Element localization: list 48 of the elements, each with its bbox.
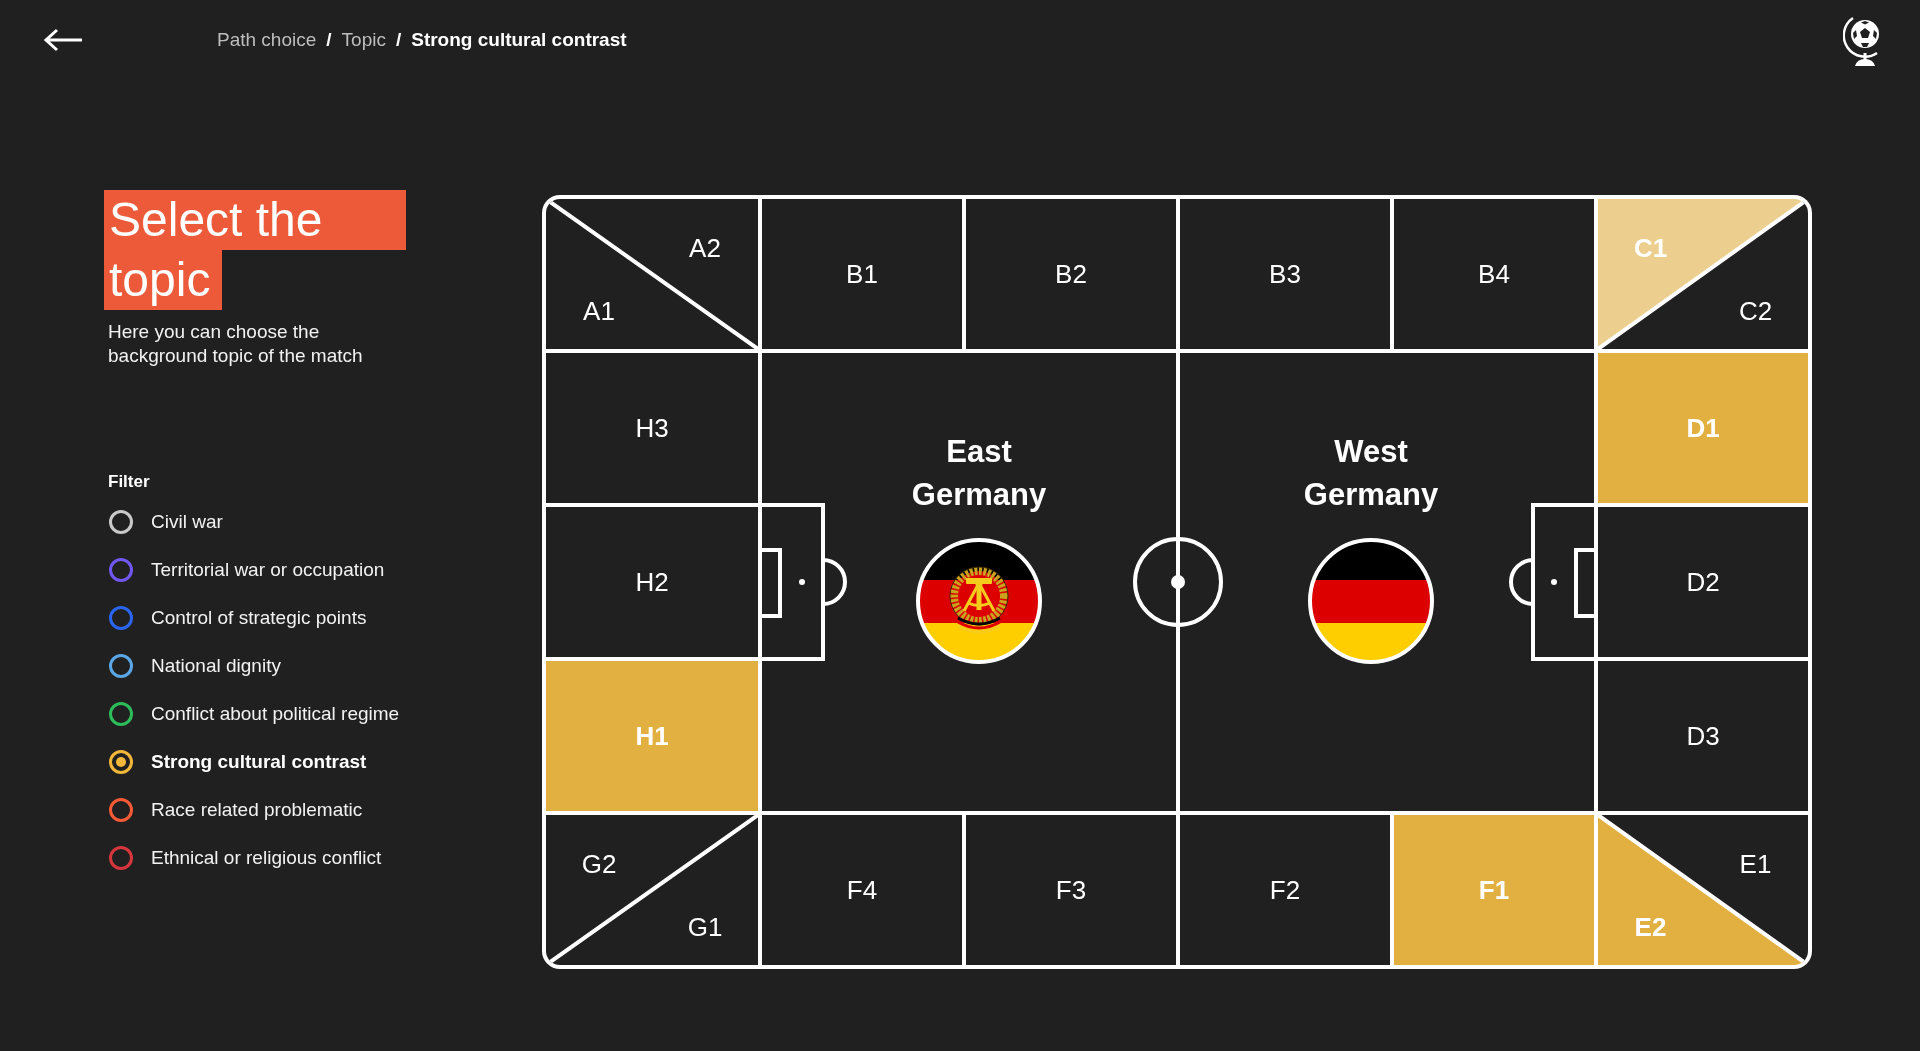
radio-button[interactable] bbox=[109, 654, 133, 678]
zone-label: A1 bbox=[583, 295, 615, 328]
pitch-zone: B3 bbox=[1180, 199, 1390, 349]
breadcrumb-link[interactable]: Path choice bbox=[217, 25, 317, 55]
radio-label[interactable]: Strong cultural contrast bbox=[151, 747, 367, 777]
back-button[interactable] bbox=[43, 28, 83, 52]
pitch-zone: B4 bbox=[1394, 199, 1594, 349]
radio-button[interactable] bbox=[109, 846, 133, 870]
radio-label[interactable]: Control of strategic points bbox=[151, 603, 367, 633]
page-title: Select the topic bbox=[104, 190, 406, 310]
radio-button[interactable] bbox=[109, 606, 133, 630]
pitch-zone: H1 bbox=[546, 661, 758, 811]
zone-label: C2 bbox=[1738, 295, 1773, 328]
radio-label[interactable]: Conflict about political regime bbox=[151, 699, 400, 729]
zone-label: E1 bbox=[1739, 848, 1772, 881]
zone-label: A2 bbox=[689, 232, 721, 265]
breadcrumb-link[interactable]: Topic bbox=[341, 25, 386, 55]
pitch-zone: D1 bbox=[1598, 353, 1808, 503]
breadcrumb-current: Strong cultural contrast bbox=[411, 27, 627, 52]
radio-button[interactable] bbox=[109, 750, 133, 774]
pitch-zone: F1 bbox=[1394, 815, 1594, 965]
radio-button[interactable] bbox=[109, 702, 133, 726]
page-subtitle: Here you can choose the background topic of the match bbox=[108, 320, 364, 368]
radio-button[interactable] bbox=[109, 510, 133, 534]
breadcrumb-separator: / bbox=[326, 27, 332, 52]
pitch-zone: B1 bbox=[762, 199, 962, 349]
zone-label: C1 bbox=[1633, 232, 1668, 265]
pitch-zone: F3 bbox=[966, 815, 1176, 965]
radio-button[interactable] bbox=[109, 558, 133, 582]
radio-label[interactable]: National dignity bbox=[151, 651, 281, 681]
radio-label[interactable]: Race related problematic bbox=[151, 795, 363, 825]
filter-label: Filter bbox=[108, 471, 151, 493]
pitch-zone: B2 bbox=[966, 199, 1176, 349]
pitch-zone: D2 bbox=[1598, 507, 1808, 657]
radio-label[interactable]: Territorial war or occupation bbox=[151, 555, 385, 585]
pitch-zone: F2 bbox=[1180, 815, 1390, 965]
breadcrumb-separator: / bbox=[395, 27, 402, 52]
radio-label[interactable]: Civil war bbox=[151, 507, 223, 537]
zone-label: G2 bbox=[581, 848, 617, 881]
arrow-left-icon bbox=[43, 28, 83, 52]
pitch-zone: H3 bbox=[546, 353, 758, 503]
radio-button[interactable] bbox=[109, 798, 133, 822]
zone-label: G1 bbox=[687, 911, 723, 944]
pitch-zone: D3 bbox=[1598, 661, 1808, 811]
radio-label[interactable]: Ethnical or religious conflict bbox=[151, 843, 382, 873]
pitch-zone: F4 bbox=[762, 815, 962, 965]
zone-label: E2 bbox=[1634, 911, 1667, 944]
pitch-zone: H2 bbox=[546, 507, 758, 657]
